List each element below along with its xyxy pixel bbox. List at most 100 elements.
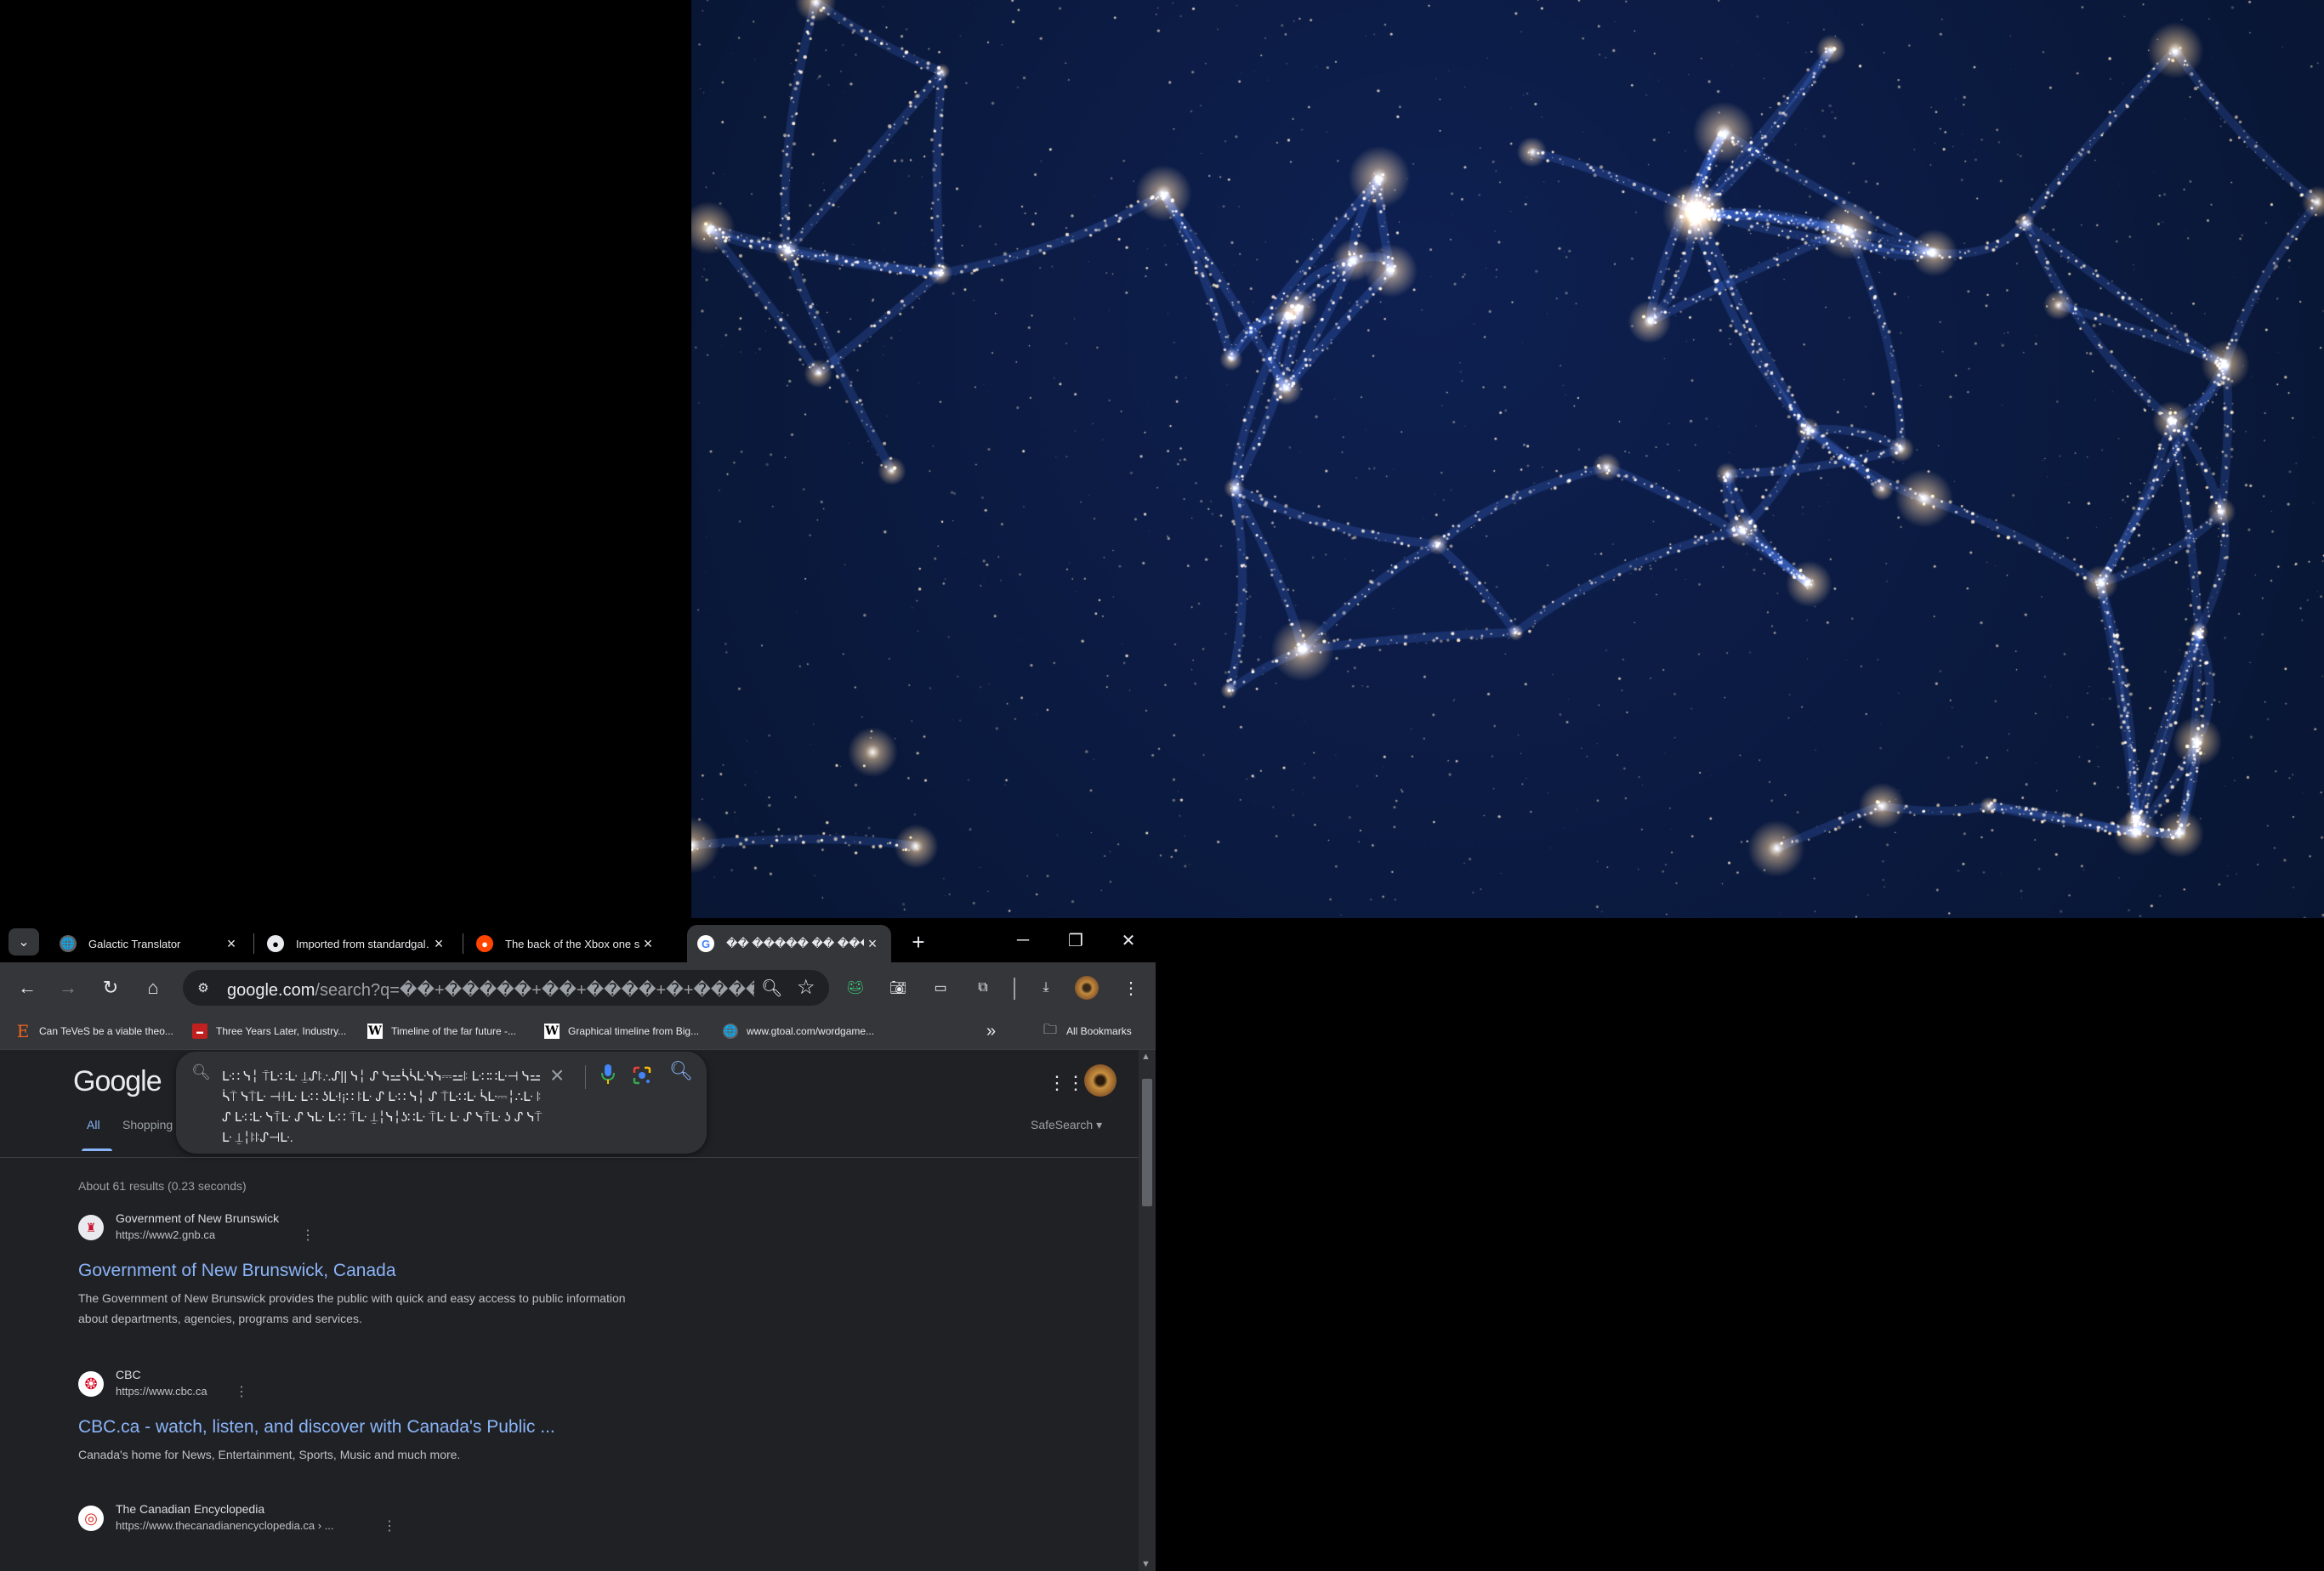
search-input[interactable]: ᒷ∷ ᓭ╎ ⍑ᒷ∷ᒷ ⍊ᔑꖎ∴ᔑ|| ᓭ╎ ᔑ ᓭ⚍ᓵᓵᒷᓭᓭ⎓⚍ꖎ ᒷ∷∷ᒷ⊣… — [222, 1067, 545, 1148]
tab-strip: ⌄ 🌐 Galactic Translator × ● Imported fro… — [0, 918, 1156, 962]
safesearch-dropdown[interactable]: SafeSearch ▾ — [1031, 1118, 1102, 1132]
bookmark-label: Can TeVeS be a viable theo... — [39, 1025, 173, 1037]
more-options-icon[interactable]: ⋮ — [301, 1227, 315, 1244]
more-menu-icon[interactable]: ⋮ — [1117, 974, 1145, 1001]
site-settings-icon[interactable]: ⚙ — [193, 978, 213, 998]
back-button[interactable]: ← — [12, 973, 43, 1003]
bookmark-item[interactable]: E Can TeVeS be a viable theo... — [15, 1020, 173, 1042]
bookmarks-bar: E Can TeVeS be a viable theo... ▬ Three … — [0, 1013, 1156, 1050]
chevron-down-icon: ⌄ — [18, 935, 30, 950]
new-tab-button[interactable]: + — [905, 928, 932, 956]
result-source[interactable]: ❂ CBC https://www.cbc.ca ⋮ — [78, 1368, 673, 1402]
result-site-name[interactable]: Government of New Brunswick — [116, 1211, 279, 1225]
canadian-encyclopedia-icon: ◎ — [78, 1506, 104, 1531]
tab-title: Imported from standardgal… — [296, 937, 430, 950]
close-icon[interactable]: × — [639, 935, 656, 953]
folder-icon: 🗀 — [1043, 1022, 1057, 1037]
tab-title: Galactic Translator — [88, 937, 181, 950]
scroll-up-icon[interactable]: ▲ — [1141, 1052, 1151, 1062]
scrollbar-thumb[interactable] — [1142, 1079, 1152, 1206]
minimize-button[interactable]: ─ — [1000, 925, 1046, 956]
result-title-link[interactable]: Government of New Brunswick, Canada — [78, 1261, 673, 1281]
zoom-icon[interactable]: 🔍︎ — [761, 978, 782, 999]
header-divider — [0, 1157, 1139, 1158]
address-url[interactable]: google.com/search?q=��+�����+��+����+�+�… — [227, 979, 754, 1001]
download-icon[interactable]: ⤓ — [1032, 974, 1060, 1001]
cosmic-web-wallpaper — [691, 0, 2324, 918]
bookmark-label: Timeline of the far future -... — [391, 1025, 516, 1037]
scroll-down-icon[interactable]: ▼ — [1141, 1559, 1151, 1569]
tab-title: �� ����� �� ���� — [726, 937, 864, 950]
google-account-avatar[interactable] — [1084, 1064, 1117, 1097]
bookmark-star-icon[interactable]: ☆ — [797, 975, 815, 1000]
tab-all[interactable]: All — [82, 1118, 112, 1151]
tab-shopping[interactable]: Shopping — [122, 1118, 173, 1131]
extension-frog-icon[interactable]: 🐸︎ — [842, 974, 869, 1001]
search-box[interactable]: 🔍︎ ᒷ∷ ᓭ╎ ⍑ᒷ∷ᒷ ⍊ᔑꖎ∴ᔑ|| ᓭ╎ ᔑ ᓭ⚍ᓵᓵᒷᓭᓭ⎓⚍ꖎ ᒷ∷… — [176, 1052, 707, 1154]
wikipedia-icon: W — [367, 1024, 383, 1039]
tab-github[interactable]: ● Imported from standardgal… × — [257, 925, 457, 962]
more-options-icon[interactable]: ⋮ — [235, 1383, 248, 1400]
clear-search-icon[interactable]: × — [550, 1062, 564, 1089]
close-icon[interactable]: × — [864, 935, 881, 953]
etsy-e-icon: E — [16, 1021, 30, 1041]
profile-avatar[interactable] — [1075, 976, 1099, 1000]
result-url[interactable]: https://www.thecanadianencyclopedia.ca ›… — [116, 1519, 334, 1532]
search-results-page: Google 🔍︎ ᒷ∷ ᓭ╎ ⍑ᒷ∷ᒷ ⍊ᔑꖎ∴ᔑ|| ᓭ╎ ᔑ ᓭ⚍ᓵᓵᒷᓭ… — [0, 1050, 1139, 1571]
address-bar[interactable]: ⚙ google.com/search?q=��+�����+��+����+�… — [183, 970, 829, 1006]
tab-title: The back of the Xbox one s… — [505, 937, 639, 950]
close-window-button[interactable]: ✕ — [1105, 925, 1151, 956]
search-result: ◎ The Canadian Encyclopedia https://www.… — [78, 1502, 673, 1536]
all-bookmarks-label: All Bookmarks — [1066, 1025, 1132, 1037]
restore-button[interactable]: ❐ — [1053, 925, 1099, 956]
result-source[interactable]: ◎ The Canadian Encyclopedia https://www.… — [78, 1502, 673, 1536]
wikipedia-icon: W — [544, 1024, 560, 1039]
tab-search-button[interactable]: ⌄ — [9, 928, 39, 956]
tab-google-search[interactable]: G �� ����� �� ���� × — [687, 925, 891, 962]
close-icon[interactable]: × — [430, 935, 447, 953]
microphone-icon[interactable] — [599, 1063, 617, 1086]
globe-icon: 🌐 — [60, 935, 77, 952]
extensions-puzzle-icon[interactable]: ⧉ — [969, 974, 997, 1001]
home-button[interactable]: ⌂ — [138, 973, 168, 1003]
screenshot-camera-icon[interactable]: 📷︎ — [884, 974, 912, 1001]
result-site-name[interactable]: CBC — [116, 1368, 141, 1381]
reddit-icon: ● — [476, 935, 493, 952]
google-icon: G — [697, 935, 714, 952]
reload-button[interactable]: ↻ — [95, 973, 126, 1003]
more-options-icon[interactable]: ⋮ — [383, 1517, 396, 1534]
globe-icon: 🌐 — [723, 1024, 738, 1039]
bookmark-item[interactable]: 🌐 www.gtoal.com/wordgame... — [723, 1020, 874, 1042]
red-badge-icon: ▬ — [192, 1024, 207, 1039]
bookmark-item[interactable]: W Graphical timeline from Big... — [544, 1020, 699, 1042]
result-title-link[interactable]: CBC.ca - watch, listen, and discover wit… — [78, 1417, 673, 1438]
result-source[interactable]: ♜ Government of New Brunswick https://ww… — [78, 1211, 673, 1245]
tab-galactic-translator[interactable]: 🌐 Galactic Translator × — [49, 925, 250, 962]
result-url[interactable]: https://www.cbc.ca — [116, 1385, 207, 1398]
caret-down-icon: ▾ — [1096, 1118, 1103, 1131]
tab-divider — [253, 933, 254, 954]
page-scrollbar[interactable]: ▲ ▼ — [1139, 1050, 1156, 1571]
close-icon[interactable]: × — [223, 935, 240, 953]
bookmark-item[interactable]: W Timeline of the far future -... — [367, 1020, 516, 1042]
search-submit-icon[interactable]: 🔍︎ — [669, 1060, 693, 1082]
forward-button[interactable]: → — [53, 973, 83, 1003]
bookmark-label: www.gtoal.com/wordgame... — [747, 1025, 875, 1037]
result-snippet: Canada's home for News, Entertainment, S… — [78, 1448, 461, 1461]
all-bookmarks-button[interactable]: 🗀 All Bookmarks — [1043, 1020, 1132, 1042]
bookmark-item[interactable]: ▬ Three Years Later, Industry... — [192, 1020, 346, 1042]
search-result: ❂ CBC https://www.cbc.ca ⋮ CBC.ca - watc… — [78, 1368, 673, 1465]
result-site-name[interactable]: The Canadian Encyclopedia — [116, 1502, 264, 1516]
result-snippet: The Government of New Brunswick provides… — [78, 1291, 626, 1325]
result-stats: About 61 results (0.23 seconds) — [78, 1179, 247, 1193]
search-result: ♜ Government of New Brunswick https://ww… — [78, 1211, 673, 1329]
toolbar-divider — [1014, 978, 1015, 1000]
google-lens-icon[interactable] — [632, 1065, 652, 1086]
result-url[interactable]: https://www2.gnb.ca — [116, 1228, 215, 1241]
captions-icon[interactable]: ▭ — [927, 974, 954, 1001]
tab-reddit[interactable]: ● The back of the Xbox one s… × — [466, 925, 667, 962]
gnb-crest-icon: ♜ — [78, 1215, 104, 1240]
google-logo[interactable]: Google — [73, 1065, 162, 1098]
cbc-gem-icon: ❂ — [78, 1371, 104, 1397]
bookmarks-overflow-button[interactable]: » — [986, 1020, 996, 1042]
